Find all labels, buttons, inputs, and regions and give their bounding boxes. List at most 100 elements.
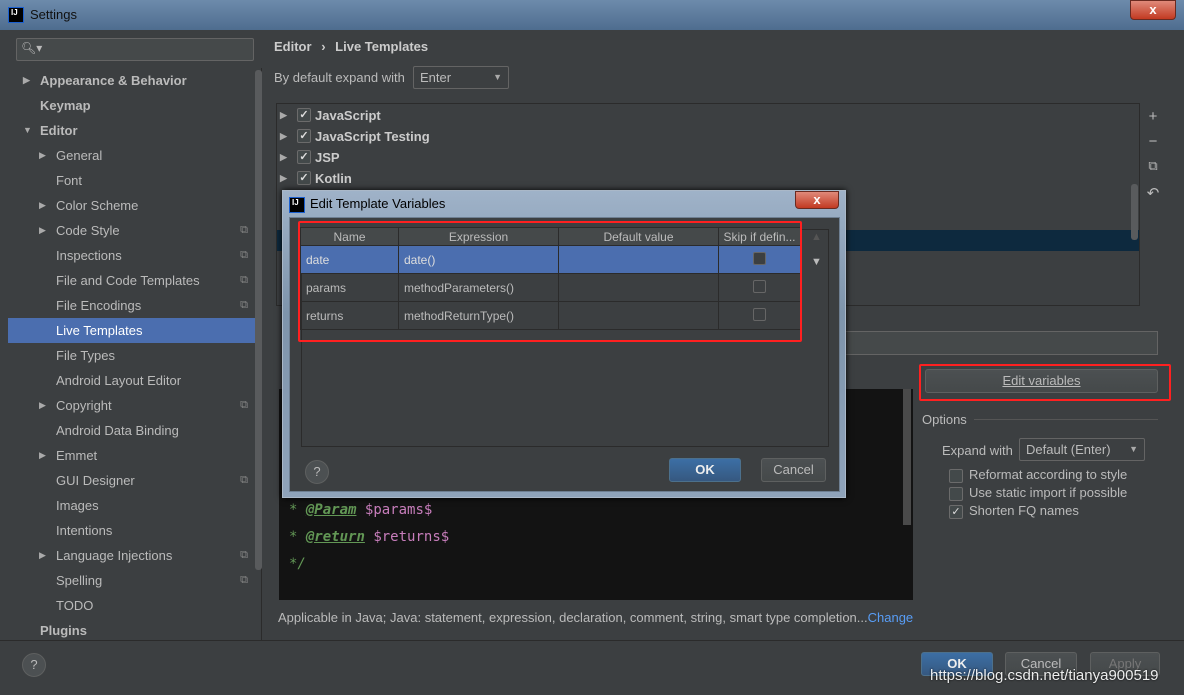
restore-icon[interactable]: ↶ (1145, 184, 1161, 202)
sidebar-item[interactable]: ▼ Editor (8, 118, 262, 143)
group-checkbox[interactable]: ✓ (297, 108, 311, 122)
chevron-right-icon[interactable]: ▶ (23, 68, 30, 93)
template-group[interactable]: ▶ ✓ JavaScript Testing (277, 126, 877, 147)
sidebar-item[interactable]: Images (8, 493, 262, 518)
sidebar-item[interactable]: File Encodings ⧉ (8, 293, 262, 318)
remove-icon[interactable]: − (1145, 133, 1161, 150)
project-scope-icon: ⧉ (240, 474, 248, 486)
chevron-right-icon[interactable]: ▶ (39, 193, 46, 218)
dialog-help-button[interactable]: ? (305, 460, 329, 484)
chevron-right-icon[interactable]: ▶ (39, 218, 46, 243)
project-scope-icon: ⧉ (240, 549, 248, 561)
expand-with-select[interactable]: Default (Enter) ▼ (1019, 438, 1145, 461)
breadcrumb-parent: Editor (274, 39, 312, 54)
chevron-right-icon[interactable]: ▶ (280, 126, 287, 147)
sidebar-item-label: Code Style (56, 223, 120, 238)
project-scope-icon: ⧉ (240, 299, 248, 311)
description-input[interactable] (845, 331, 1158, 355)
sidebar-item-label: Font (56, 173, 83, 188)
option-checkbox[interactable]: ✓ Shorten FQ names (949, 503, 1079, 519)
option-checkbox[interactable]: Use static import if possible (949, 485, 1127, 501)
title-bar: IJ Settings (0, 0, 1184, 30)
sidebar-item-label: File and Code Templates (56, 273, 200, 288)
sidebar-item[interactable]: ▶ General (8, 143, 262, 168)
expand-default-select[interactable]: Enter ▼ (413, 66, 509, 89)
intellij-logo-icon: IJ (8, 7, 24, 23)
sidebar-item[interactable]: ▶ Copyright ⧉ (8, 393, 262, 418)
template-group[interactable]: ▶ ✓ Kotlin (277, 168, 877, 189)
sidebar-item-label: Language Injections (56, 548, 173, 563)
template-group[interactable]: ▶ ✓ JSP (277, 147, 877, 168)
copy-icon[interactable]: ⧉ (1145, 158, 1161, 174)
settings-search-input[interactable]: 🔍︎▾ (16, 38, 254, 61)
sidebar-item[interactable]: Android Layout Editor (8, 368, 262, 393)
option-label: Reformat according to style (969, 467, 1128, 482)
sidebar-item[interactable]: Intentions (8, 518, 262, 543)
sidebar-item-label: File Types (56, 348, 116, 363)
search-icon: 🔍︎▾ (21, 41, 43, 55)
sidebar-item[interactable]: Live Templates (8, 318, 262, 343)
group-checkbox[interactable]: ✓ (297, 171, 311, 185)
chevron-right-icon[interactable]: ▶ (39, 143, 46, 168)
sidebar-item[interactable]: GUI Designer ⧉ (8, 468, 262, 493)
sidebar-item[interactable]: TODO (8, 593, 262, 618)
chevron-right-icon[interactable]: ▶ (39, 393, 46, 418)
options-divider (974, 419, 1158, 420)
chevron-down-icon: ▼ (493, 72, 502, 82)
group-label: JavaScript Testing (315, 129, 430, 144)
sidebar-item[interactable]: Font (8, 168, 262, 193)
template-group[interactable]: ▶ ✓ JavaScript (277, 105, 877, 126)
applicable-text: Applicable in Java; Java: statement, exp… (278, 610, 868, 625)
chevron-right-icon[interactable]: ▶ (39, 543, 46, 568)
sidebar-item[interactable]: File and Code Templates ⧉ (8, 268, 262, 293)
group-checkbox[interactable]: ✓ (297, 150, 311, 164)
sidebar-item[interactable]: ▶ Emmet (8, 443, 262, 468)
sidebar-scrollbar[interactable] (255, 70, 262, 570)
highlight-box (298, 221, 802, 342)
chevron-right-icon[interactable]: ▶ (280, 147, 287, 168)
project-scope-icon: ⧉ (240, 249, 248, 261)
list-scrollbar[interactable] (1131, 184, 1138, 240)
dialog-close-button[interactable]: x (795, 191, 839, 209)
chevron-right-icon[interactable]: ▶ (280, 105, 287, 126)
sidebar-item[interactable]: ▶ Code Style ⧉ (8, 218, 262, 243)
sidebar-item[interactable]: Keymap (8, 93, 262, 118)
watermark: https://blog.csdn.net/tianya900519 (930, 667, 1159, 684)
sidebar-item[interactable]: Spelling ⧉ (8, 568, 262, 593)
window-title: Settings (30, 7, 77, 22)
option-checkbox[interactable]: Reformat according to style (949, 467, 1127, 483)
sidebar-item-label: General (56, 148, 103, 163)
sidebar-item-label: Live Templates (56, 323, 143, 338)
footer-divider (0, 640, 1184, 641)
sidebar-item[interactable]: Android Data Binding (8, 418, 262, 443)
change-context-link[interactable]: Change (868, 610, 914, 625)
checkbox[interactable] (949, 486, 963, 501)
settings-sidebar: ▶ Appearance & Behavior Keymap ▼ Editor ▶ Gene… (8, 68, 262, 640)
expand-with-label: Expand with (942, 443, 1013, 458)
move-up-icon[interactable]: ▲ (811, 231, 822, 243)
group-checkbox[interactable]: ✓ (297, 129, 311, 143)
dialog-ok-button[interactable]: OK (669, 458, 741, 482)
add-icon[interactable]: + (1145, 108, 1161, 125)
editor-scrollbar[interactable] (903, 389, 911, 525)
dialog-cancel-button[interactable]: Cancel (761, 458, 826, 482)
chevron-right-icon[interactable]: ▶ (280, 168, 287, 189)
checkbox[interactable] (949, 468, 963, 483)
sidebar-item-label: Images (56, 498, 99, 513)
sidebar-item[interactable]: File Types (8, 343, 262, 368)
sidebar-item-label: GUI Designer (56, 473, 135, 488)
help-button[interactable]: ? (22, 653, 46, 677)
sidebar-item-label: Intentions (56, 523, 113, 538)
breadcrumb-sep: › (321, 39, 326, 54)
breadcrumb-current: Live Templates (335, 39, 429, 54)
move-down-icon[interactable]: ▼ (811, 256, 822, 268)
sidebar-item[interactable]: Inspections ⧉ (8, 243, 262, 268)
sidebar-item[interactable]: ▶ Appearance & Behavior (8, 68, 262, 93)
chevron-down-icon[interactable]: ▼ (23, 118, 32, 143)
checkbox[interactable]: ✓ (949, 504, 963, 519)
project-scope-icon: ⧉ (240, 574, 248, 586)
window-close-button[interactable]: x (1130, 0, 1176, 20)
sidebar-item[interactable]: ▶ Language Injections ⧉ (8, 543, 262, 568)
sidebar-item[interactable]: ▶ Color Scheme (8, 193, 262, 218)
chevron-right-icon[interactable]: ▶ (39, 443, 46, 468)
